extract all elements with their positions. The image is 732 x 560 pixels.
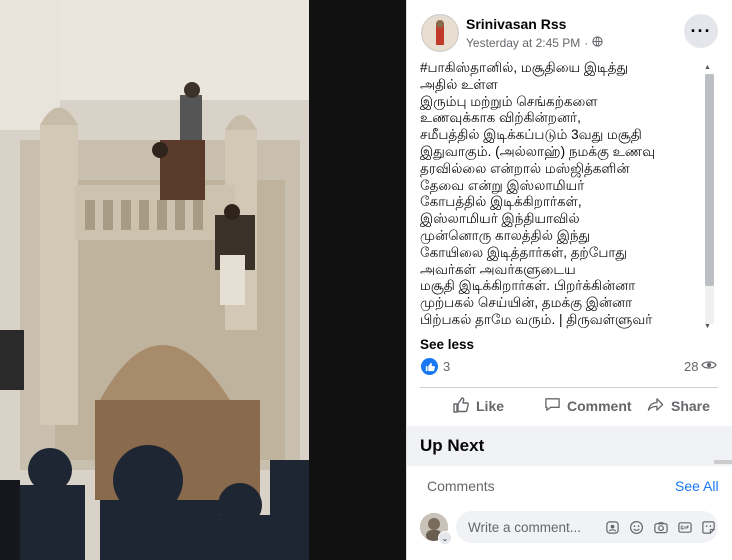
post-text-line: அதில் உள்ள — [420, 76, 498, 92]
share-button[interactable]: Share — [647, 394, 710, 418]
post-text-line: தேவை என்று இஸ்லாமியர் — [420, 177, 585, 193]
post-text-line: இரும்பு மற்றும் செங்கற்களை — [420, 93, 598, 109]
post-text-line: பிற்பகல் தாமே வரும். | திருவள்ளுவர் — [420, 311, 653, 327]
divider — [420, 387, 718, 388]
post-text: #பாகிஸ்தானில், மசூதியை இடித்து அதில் உள்… — [420, 60, 702, 332]
meta-separator: · — [584, 36, 589, 50]
post-meta: Yesterday at 2:45 PM · — [466, 36, 603, 50]
post-text-scrollbar[interactable]: ▲ ▼ — [703, 64, 714, 334]
gif-icon[interactable] — [676, 519, 693, 536]
post-text-line: இதுவாகும். (அல்லாஹ்) நமக்கு உணவு — [420, 143, 656, 159]
scroll-down-arrow-icon[interactable]: ▼ — [704, 323, 711, 330]
comment-composer[interactable] — [456, 511, 718, 543]
globe-icon — [592, 36, 603, 50]
see-all-comments-link[interactable]: See All — [675, 478, 719, 494]
share-arrow-icon — [647, 396, 665, 416]
post-text-line: தரவில்லை என்றால் மஸ்ஜித்களின் — [420, 160, 630, 176]
post-timestamp[interactable]: Yesterday at 2:45 PM — [466, 36, 580, 50]
like-button[interactable]: Like — [452, 394, 504, 418]
post-text-line: முற்பகல் செய்யின், தமக்கு இன்னா — [420, 295, 633, 311]
comment-bubble-icon — [544, 396, 561, 416]
comments-label: Comments — [427, 478, 495, 494]
camera-icon[interactable] — [652, 519, 669, 536]
scroll-up-arrow-icon[interactable]: ▲ — [704, 64, 711, 71]
view-count-value: 28 — [684, 359, 699, 374]
like-reaction-icon — [421, 358, 438, 375]
see-less-link[interactable]: See less — [420, 337, 474, 352]
up-next-title: Up Next — [420, 436, 485, 455]
author-avatar[interactable] — [421, 14, 459, 52]
avatar-sticker-icon[interactable] — [604, 519, 621, 536]
thumbs-up-icon — [452, 396, 470, 417]
post-text-line: மசூதி இடிக்கிறார்கள். பிறர்க்கின்னா — [420, 278, 636, 294]
up-next-divider — [714, 460, 732, 464]
chevron-down-icon[interactable]: ⌄ — [438, 531, 452, 545]
share-label: Share — [671, 398, 710, 414]
like-label: Like — [476, 398, 505, 414]
post-text-line: கோயிலை இடித்தார்கள், தற்போது — [420, 244, 628, 260]
comment-label: Comment — [567, 398, 632, 414]
post-text-line: உணவுக்காக விற்கின்றனர், — [420, 110, 581, 126]
post-text-line: முன்னொரு காலத்தில் இந்து — [420, 227, 591, 243]
post-text-line: #பாகிஸ்தானில், மசூதியை இடித்து — [420, 60, 629, 75]
more-options-button[interactable]: ··· — [684, 14, 718, 48]
video-player[interactable] — [0, 0, 309, 560]
eye-icon — [701, 359, 718, 374]
author-name[interactable]: Srinivasan Rss — [466, 16, 566, 32]
emoji-icon[interactable] — [628, 519, 645, 536]
comment-input[interactable] — [466, 518, 598, 536]
comment-button[interactable]: Comment — [544, 394, 632, 418]
post-text-line: சமீபத்தில் இடிக்கப்படும் 3வது மசூதி — [420, 127, 642, 143]
reaction-summary[interactable]: 3 — [421, 358, 450, 375]
post-text-line: அவர்கள் அவர்களுடைய — [420, 261, 576, 277]
more-options-icon: ··· — [690, 20, 712, 41]
video-letterbox — [309, 0, 406, 560]
comment-tools — [604, 519, 717, 536]
video-frame-image — [0, 0, 309, 560]
view-count: 28 — [684, 359, 718, 374]
reaction-count: 3 — [443, 359, 451, 374]
avatar-image — [422, 15, 458, 51]
scroll-thumb[interactable] — [705, 74, 714, 286]
sticker-icon[interactable] — [700, 519, 717, 536]
post-text-line: இஸ்லாமியர் இந்தியாவில் — [420, 211, 580, 227]
post-text-line: கோபத்தில் இடிக்கிறார்கள், — [420, 194, 582, 210]
